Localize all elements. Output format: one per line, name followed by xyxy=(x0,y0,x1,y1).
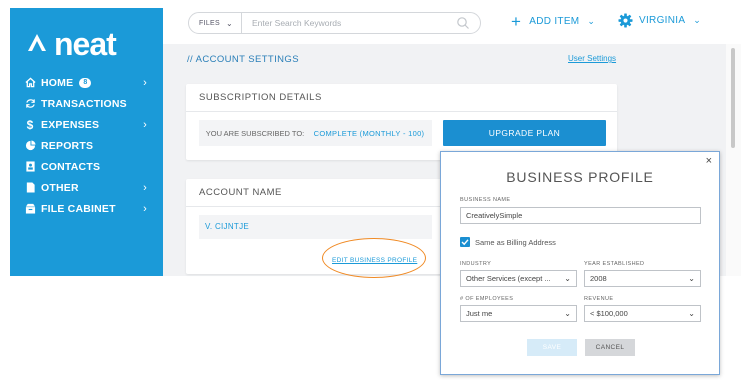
sync-icon xyxy=(24,98,36,110)
sidebar-item-home[interactable]: HOME 8 › xyxy=(10,72,163,93)
sidebar-item-expenses[interactable]: $ EXPENSES › xyxy=(10,114,163,135)
employees-value: Just me xyxy=(466,309,493,318)
scrollbar-thumb[interactable] xyxy=(731,48,735,148)
sidebar-item-label: FILE CABINET xyxy=(41,202,116,215)
sidebar-item-label: EXPENSES xyxy=(41,118,100,131)
add-item-label: ADD ITEM xyxy=(529,16,580,27)
page-title: // ACCOUNT SETTINGS xyxy=(187,54,299,65)
modal-title: BUSINESS PROFILE xyxy=(506,169,654,185)
dollar-icon: $ xyxy=(26,117,34,132)
save-button[interactable]: SAVE xyxy=(527,339,577,356)
chevron-right-icon: › xyxy=(143,118,147,131)
search-filter-label: FILES xyxy=(199,19,220,27)
sidebar-nav: HOME 8 › TRANSACTIONS $ EXPENSES › REPOR… xyxy=(10,72,163,219)
user-name: VIRGINIA xyxy=(639,15,686,26)
neat-logo[interactable]: neat xyxy=(24,24,149,62)
revenue-select[interactable]: < $100,000 ⌄ xyxy=(584,305,701,322)
upgrade-plan-button[interactable]: UPGRADE PLAN xyxy=(443,120,606,146)
sidebar-item-contacts[interactable]: CONTACTS xyxy=(10,156,163,177)
revenue-label: REVENUE xyxy=(584,296,614,302)
chevron-down-icon: ⌄ xyxy=(688,309,695,318)
app-root: neat HOME 8 › TRANSACTIONS $ EXPENSES › xyxy=(0,0,741,380)
industry-value: Other Services (except ... xyxy=(466,274,551,283)
year-established-label: YEAR ESTABLISHED xyxy=(584,261,645,267)
sidebar-item-other[interactable]: OTHER › xyxy=(10,177,163,198)
sidebar-item-label: HOME xyxy=(41,76,74,89)
home-icon xyxy=(24,77,36,89)
cancel-button[interactable]: CANCEL xyxy=(585,339,635,356)
gear-icon xyxy=(618,13,633,28)
subscribed-label: YOU ARE SUBSCRIBED TO: xyxy=(205,128,305,138)
sidebar-item-label: CONTACTS xyxy=(41,160,101,173)
search-icon[interactable] xyxy=(456,16,470,30)
notification-badge: 8 xyxy=(79,77,92,88)
subscription-plan: COMPLETE (MONTHLY - 100) xyxy=(313,128,425,138)
pie-chart-icon xyxy=(24,140,36,152)
chevron-right-icon: › xyxy=(143,202,147,215)
employees-select[interactable]: Just me ⌄ xyxy=(460,305,577,322)
account-name-value: V. CIJNTJE xyxy=(199,215,432,239)
chevron-down-icon: ⌄ xyxy=(225,18,233,28)
industry-select[interactable]: Other Services (except ... ⌄ xyxy=(460,270,577,287)
document-icon xyxy=(24,182,36,194)
plus-icon: + xyxy=(511,12,522,31)
sidebar-item-label: OTHER xyxy=(41,181,79,194)
search-bar: FILES ⌄ xyxy=(188,12,481,34)
sidebar-item-reports[interactable]: REPORTS xyxy=(10,135,163,156)
chevron-down-icon: ⌄ xyxy=(564,274,571,283)
subscription-info: YOU ARE SUBSCRIBED TO: COMPLETE (MONTHLY… xyxy=(199,120,432,146)
business-profile-modal: × BUSINESS PROFILE BUSINESS NAME Creativ… xyxy=(440,151,720,375)
logo-text: neat xyxy=(54,26,117,62)
business-name-field[interactable]: CreativelySimple xyxy=(460,207,701,224)
search-filter-dropdown[interactable]: FILES ⌄ xyxy=(189,13,242,33)
sidebar-item-transactions[interactable]: TRANSACTIONS xyxy=(10,93,163,114)
checkmark-icon xyxy=(461,239,469,246)
business-name-label: BUSINESS NAME xyxy=(460,197,511,203)
chevron-down-icon: ⌄ xyxy=(587,16,596,26)
industry-label: INDUSTRY xyxy=(460,261,492,267)
chevron-down-icon: ⌄ xyxy=(688,274,695,283)
edit-business-profile-link[interactable]: EDIT BUSINESS PROFILE xyxy=(332,257,417,264)
chevron-down-icon: ⌄ xyxy=(693,15,702,25)
billing-address-checkbox[interactable] xyxy=(460,237,470,247)
billing-address-label: Same as Billing Address xyxy=(475,237,556,247)
contact-card-icon xyxy=(24,161,36,173)
subscription-heading: SUBSCRIPTION DETAILS xyxy=(186,84,617,112)
scrollbar[interactable] xyxy=(726,44,741,276)
user-menu[interactable]: VIRGINIA ⌄ xyxy=(618,13,701,28)
sidebar-item-label: REPORTS xyxy=(41,139,94,152)
billing-address-checkbox-row[interactable]: Same as Billing Address xyxy=(460,237,556,247)
sidebar-item-label: TRANSACTIONS xyxy=(41,97,127,110)
revenue-value: < $100,000 xyxy=(590,309,628,318)
year-established-select[interactable]: 2008 ⌄ xyxy=(584,270,701,287)
top-bar: FILES ⌄ + ADD ITEM ⌄ xyxy=(163,0,741,44)
chevron-down-icon: ⌄ xyxy=(564,309,571,318)
sidebar: neat HOME 8 › TRANSACTIONS $ EXPENSES › xyxy=(10,8,163,276)
add-item-button[interactable]: + ADD ITEM ⌄ xyxy=(511,13,595,30)
file-cabinet-icon xyxy=(24,203,36,215)
sidebar-item-file-cabinet[interactable]: FILE CABINET › xyxy=(10,198,163,219)
subscription-card: SUBSCRIPTION DETAILS YOU ARE SUBSCRIBED … xyxy=(186,84,617,160)
search-input[interactable] xyxy=(241,14,456,32)
user-settings-link[interactable]: User Settings xyxy=(568,54,616,63)
close-icon[interactable]: × xyxy=(706,155,712,167)
year-established-value: 2008 xyxy=(590,274,607,283)
chevron-right-icon: › xyxy=(143,181,147,194)
chevron-right-icon: › xyxy=(143,76,147,89)
employees-label: # OF EMPLOYEES xyxy=(460,296,514,302)
